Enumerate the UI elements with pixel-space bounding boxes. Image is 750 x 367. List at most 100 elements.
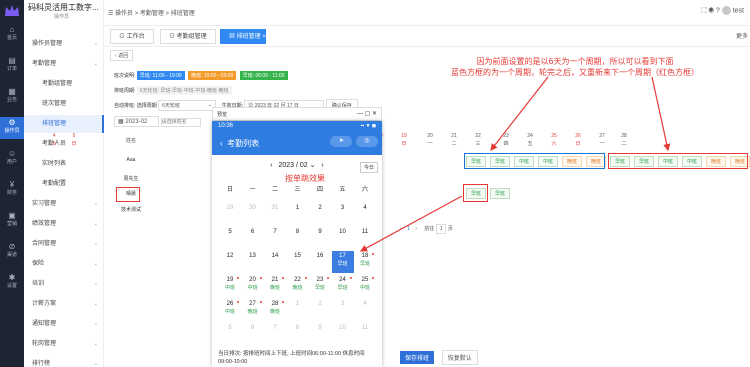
menu-item-13[interactable]: 计薪方案 ⌄	[24, 295, 104, 313]
tab-scheduling[interactable]: ▦ 排班管理 ×	[220, 29, 266, 44]
iconbar-item-6[interactable]: ▣ 营销	[0, 210, 24, 232]
fullscreen-icon[interactable]: ⛶	[701, 7, 706, 14]
calendar-day[interactable]: 9	[309, 227, 331, 249]
schedule-grid: 姓名 4六5日14二15三16四17五18六19日20一21二22三23四24五…	[51, 130, 750, 222]
menu-item-3[interactable]: 班次管理	[24, 95, 104, 113]
menu-item-0[interactable]: 操作员管理 ⌄	[24, 35, 104, 53]
user-name[interactable]: test	[733, 7, 744, 14]
iconbar-item-7[interactable]: ⊘ 渠道	[0, 241, 24, 263]
calendar-day[interactable]: 30	[242, 203, 264, 225]
chevron-down-icon[interactable]: ⌄	[310, 162, 316, 169]
calendar-day[interactable]: 7	[264, 323, 286, 345]
weekday: 六	[51, 141, 57, 147]
page-number[interactable]: 1	[407, 226, 410, 232]
calendar-day[interactable]: 21 晚班	[264, 275, 286, 297]
calendar-day[interactable]: 5	[219, 323, 241, 345]
back-button[interactable]: ‹ 返回	[110, 50, 134, 61]
cycle-select[interactable]: 6天轮班 ⌄	[158, 100, 217, 111]
iconbar-item-4[interactable]: ☺ 用户	[0, 148, 24, 170]
calendar-day[interactable]: 28 晚班	[264, 299, 286, 321]
menu-item-2[interactable]: 考勤组管理	[24, 75, 104, 93]
calendar-day[interactable]: 12	[219, 251, 241, 273]
window-controls[interactable]: — ▢ ✕	[357, 110, 377, 117]
calendar-day[interactable]: 5	[219, 227, 241, 249]
next-month-icon[interactable]: ›	[321, 162, 323, 169]
calendar-day[interactable]: 6	[242, 227, 264, 249]
calendar-day[interactable]: 19 中班	[219, 275, 241, 297]
name-search-input[interactable]	[160, 117, 201, 127]
calendar-day[interactable]: 17 早班	[331, 251, 354, 273]
menu-item-6[interactable]: 实时列表	[24, 155, 104, 173]
calendar-day[interactable]: 7	[264, 227, 286, 249]
month-picker[interactable]: ▦ 2023-02	[114, 116, 159, 127]
help-icon[interactable]: ?	[716, 7, 720, 14]
today-button[interactable]: 今日	[359, 162, 378, 173]
shift-legend-label: 班次说明:	[114, 73, 136, 79]
menu-item-12[interactable]: 培训 ⌄	[24, 275, 104, 293]
shift-cell[interactable]: 早班	[490, 188, 510, 199]
calendar-day[interactable]: 11	[354, 227, 376, 249]
reset-default-button[interactable]: 恢复默认	[441, 350, 478, 365]
calendar-day[interactable]: 8	[287, 227, 309, 249]
calendar-day[interactable]: 20 中班	[242, 275, 264, 297]
target-icon[interactable]: ◎	[356, 136, 378, 147]
calendar-day[interactable]: 1	[287, 203, 309, 225]
calendar-day[interactable]: 2	[309, 203, 331, 225]
tab-attendance-group[interactable]: ⊙ 考勤组管理	[160, 29, 216, 44]
menu-item-8[interactable]: 实习管理 ⌄	[24, 195, 104, 213]
tab-more-button[interactable]: 更多	[736, 31, 748, 40]
back-arrow-icon[interactable]: ‹	[220, 139, 223, 148]
iconbar-item-8[interactable]: ✱ 设置	[0, 272, 24, 294]
menu-item-14[interactable]: 通知管理 ⌄	[24, 315, 104, 333]
month-label: 2023 / 02	[278, 162, 308, 169]
iconbar-item-3[interactable]: ⚙ 操作员	[0, 117, 24, 139]
menu-item-1[interactable]: 考勤管理 ⌄	[24, 55, 104, 73]
calendar-day[interactable]: 27 晚班	[242, 299, 264, 321]
calendar-day[interactable]: 16	[309, 251, 331, 273]
iconbar-item-2[interactable]: ▦ 业务	[0, 86, 24, 108]
calendar-day[interactable]: 9	[309, 323, 331, 345]
calendar-day[interactable]: 29	[219, 203, 241, 225]
calendar-day[interactable]: 4	[354, 299, 376, 321]
calendar-day[interactable]: 8	[287, 323, 309, 345]
calendar-day[interactable]: 22 晚班	[287, 275, 309, 297]
brand-subtitle: 操作员	[54, 14, 70, 20]
prev-page-button[interactable]: ‹	[400, 226, 402, 232]
next-page-button[interactable]: ›	[415, 226, 417, 232]
calendar-day[interactable]: 3	[332, 203, 354, 225]
avatar[interactable]	[721, 6, 731, 15]
calendar-day[interactable]: 1	[287, 299, 309, 321]
calendar-day[interactable]: 3	[332, 299, 354, 321]
calendar-day[interactable]: 2	[309, 299, 331, 321]
iconbar-item-1[interactable]: ▤ 订单	[0, 55, 24, 77]
calendar-day[interactable]: 10	[332, 227, 354, 249]
calendar-day[interactable]: 13	[242, 251, 264, 273]
calendar-day[interactable]: 18 早班	[354, 251, 376, 273]
menu-item-7[interactable]: 考勤配置	[24, 175, 104, 193]
menu-item-10[interactable]: 合同管理 ⌄	[24, 235, 104, 253]
calendar-day[interactable]: 14	[264, 251, 286, 273]
prev-month-icon[interactable]: ‹	[270, 162, 272, 169]
calendar-day[interactable]: 4	[354, 203, 376, 225]
calendar-day[interactable]: 24 早班	[332, 275, 354, 297]
calendar-day[interactable]: 25 中班	[354, 275, 376, 297]
calendar-day[interactable]: 6	[242, 323, 264, 345]
calendar-day[interactable]: 15	[287, 251, 309, 273]
day-number: 26	[575, 133, 581, 139]
calendar-day[interactable]: 23 早班	[309, 275, 331, 297]
iconbar-item-0[interactable]: ⌂ 首页	[0, 24, 24, 46]
menu-item-16[interactable]: 排行榜 ⌄	[24, 355, 104, 367]
calendar-day[interactable]: 11	[354, 323, 376, 345]
github-icon[interactable]: ◉	[708, 7, 714, 14]
send-icon[interactable]: ➤	[330, 136, 353, 147]
tab-workbench[interactable]: ⊙ 工作台	[110, 29, 154, 44]
calendar-day[interactable]: 31	[264, 203, 286, 225]
iconbar-item-5[interactable]: ¥ 财务	[0, 179, 24, 201]
page-input[interactable]: 1	[435, 224, 447, 234]
menu-item-15[interactable]: 轮岗管理 ⌄	[24, 335, 104, 353]
menu-item-11[interactable]: 保险 ⌄	[24, 255, 104, 273]
calendar-day[interactable]: 26 中班	[219, 299, 241, 321]
menu-item-9[interactable]: 绩效管理 ⌄	[24, 215, 104, 233]
save-schedule-button[interactable]: 保存排班	[400, 351, 435, 364]
calendar-day[interactable]: 10	[332, 323, 354, 345]
